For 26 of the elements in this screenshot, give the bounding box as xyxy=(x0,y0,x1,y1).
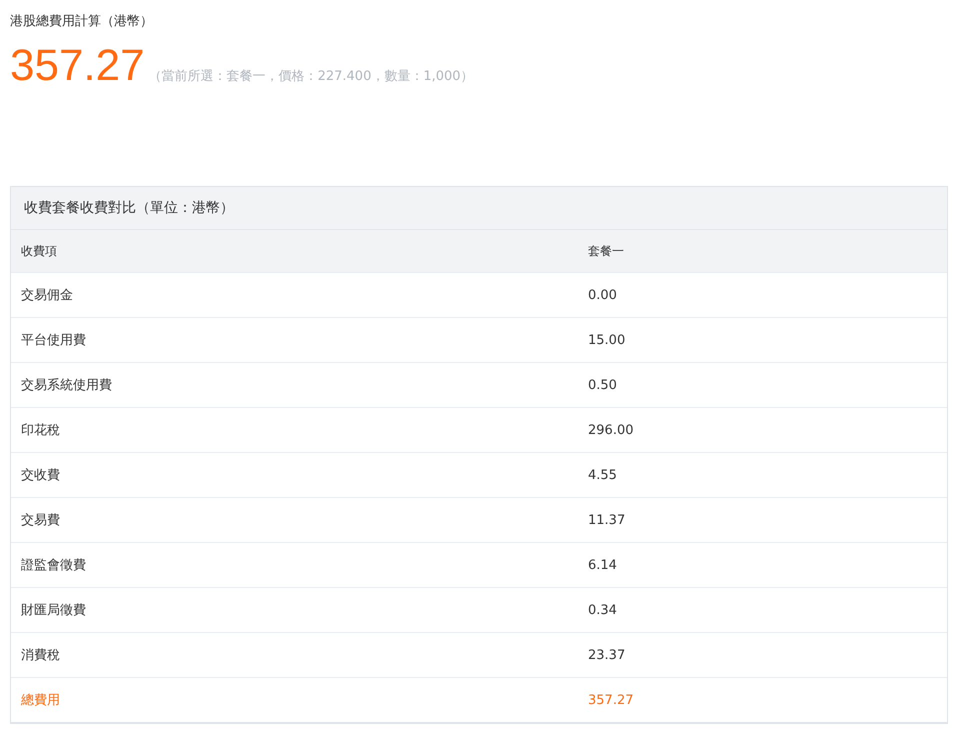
table-cell-text: 交易佣金 xyxy=(20,287,74,304)
table-cell-text: 交易費 xyxy=(20,512,61,529)
selection-summary: （當前所選：套餐一，價格：227.400，數量：1,000） xyxy=(148,68,474,85)
table-cell-text: 交易系統使用費 xyxy=(20,377,113,394)
table-cell-text: 296.00 xyxy=(587,422,634,438)
table-cell-text: 財匯局徵費 xyxy=(20,602,87,619)
table-cell-text: 交收費 xyxy=(20,467,61,484)
table-cell-text: 357.27 xyxy=(587,692,634,708)
table-cell-text: 4.55 xyxy=(587,468,617,482)
table-cell-text: 印花稅 xyxy=(20,422,61,439)
table-cell-text: 15.00 xyxy=(587,332,626,348)
table-cell-text: 11.37 xyxy=(587,512,626,528)
table-cell-text: 0.00 xyxy=(587,288,617,302)
calculator-title: 港股總費用計算（港幣） xyxy=(10,13,154,31)
column-header: 收費項 xyxy=(20,242,58,260)
column-header: 套餐一 xyxy=(587,242,624,260)
table-cell-text: 0.34 xyxy=(587,602,617,618)
total-amount: 357.27 xyxy=(10,40,145,92)
table-cell-text: 0.50 xyxy=(587,378,617,392)
table-cell-text: 6.14 xyxy=(587,558,617,572)
table-caption: 收費套餐收費對比（單位：港幣） xyxy=(11,187,947,230)
table-cell-text: 消費稅 xyxy=(20,647,61,664)
table-cell-text: 23.37 xyxy=(587,648,626,662)
table-cell-text: 總費用 xyxy=(20,692,61,709)
table-cell-text: 證監會徵費 xyxy=(20,557,87,574)
table-cell-text: 平台使用費 xyxy=(20,332,87,349)
